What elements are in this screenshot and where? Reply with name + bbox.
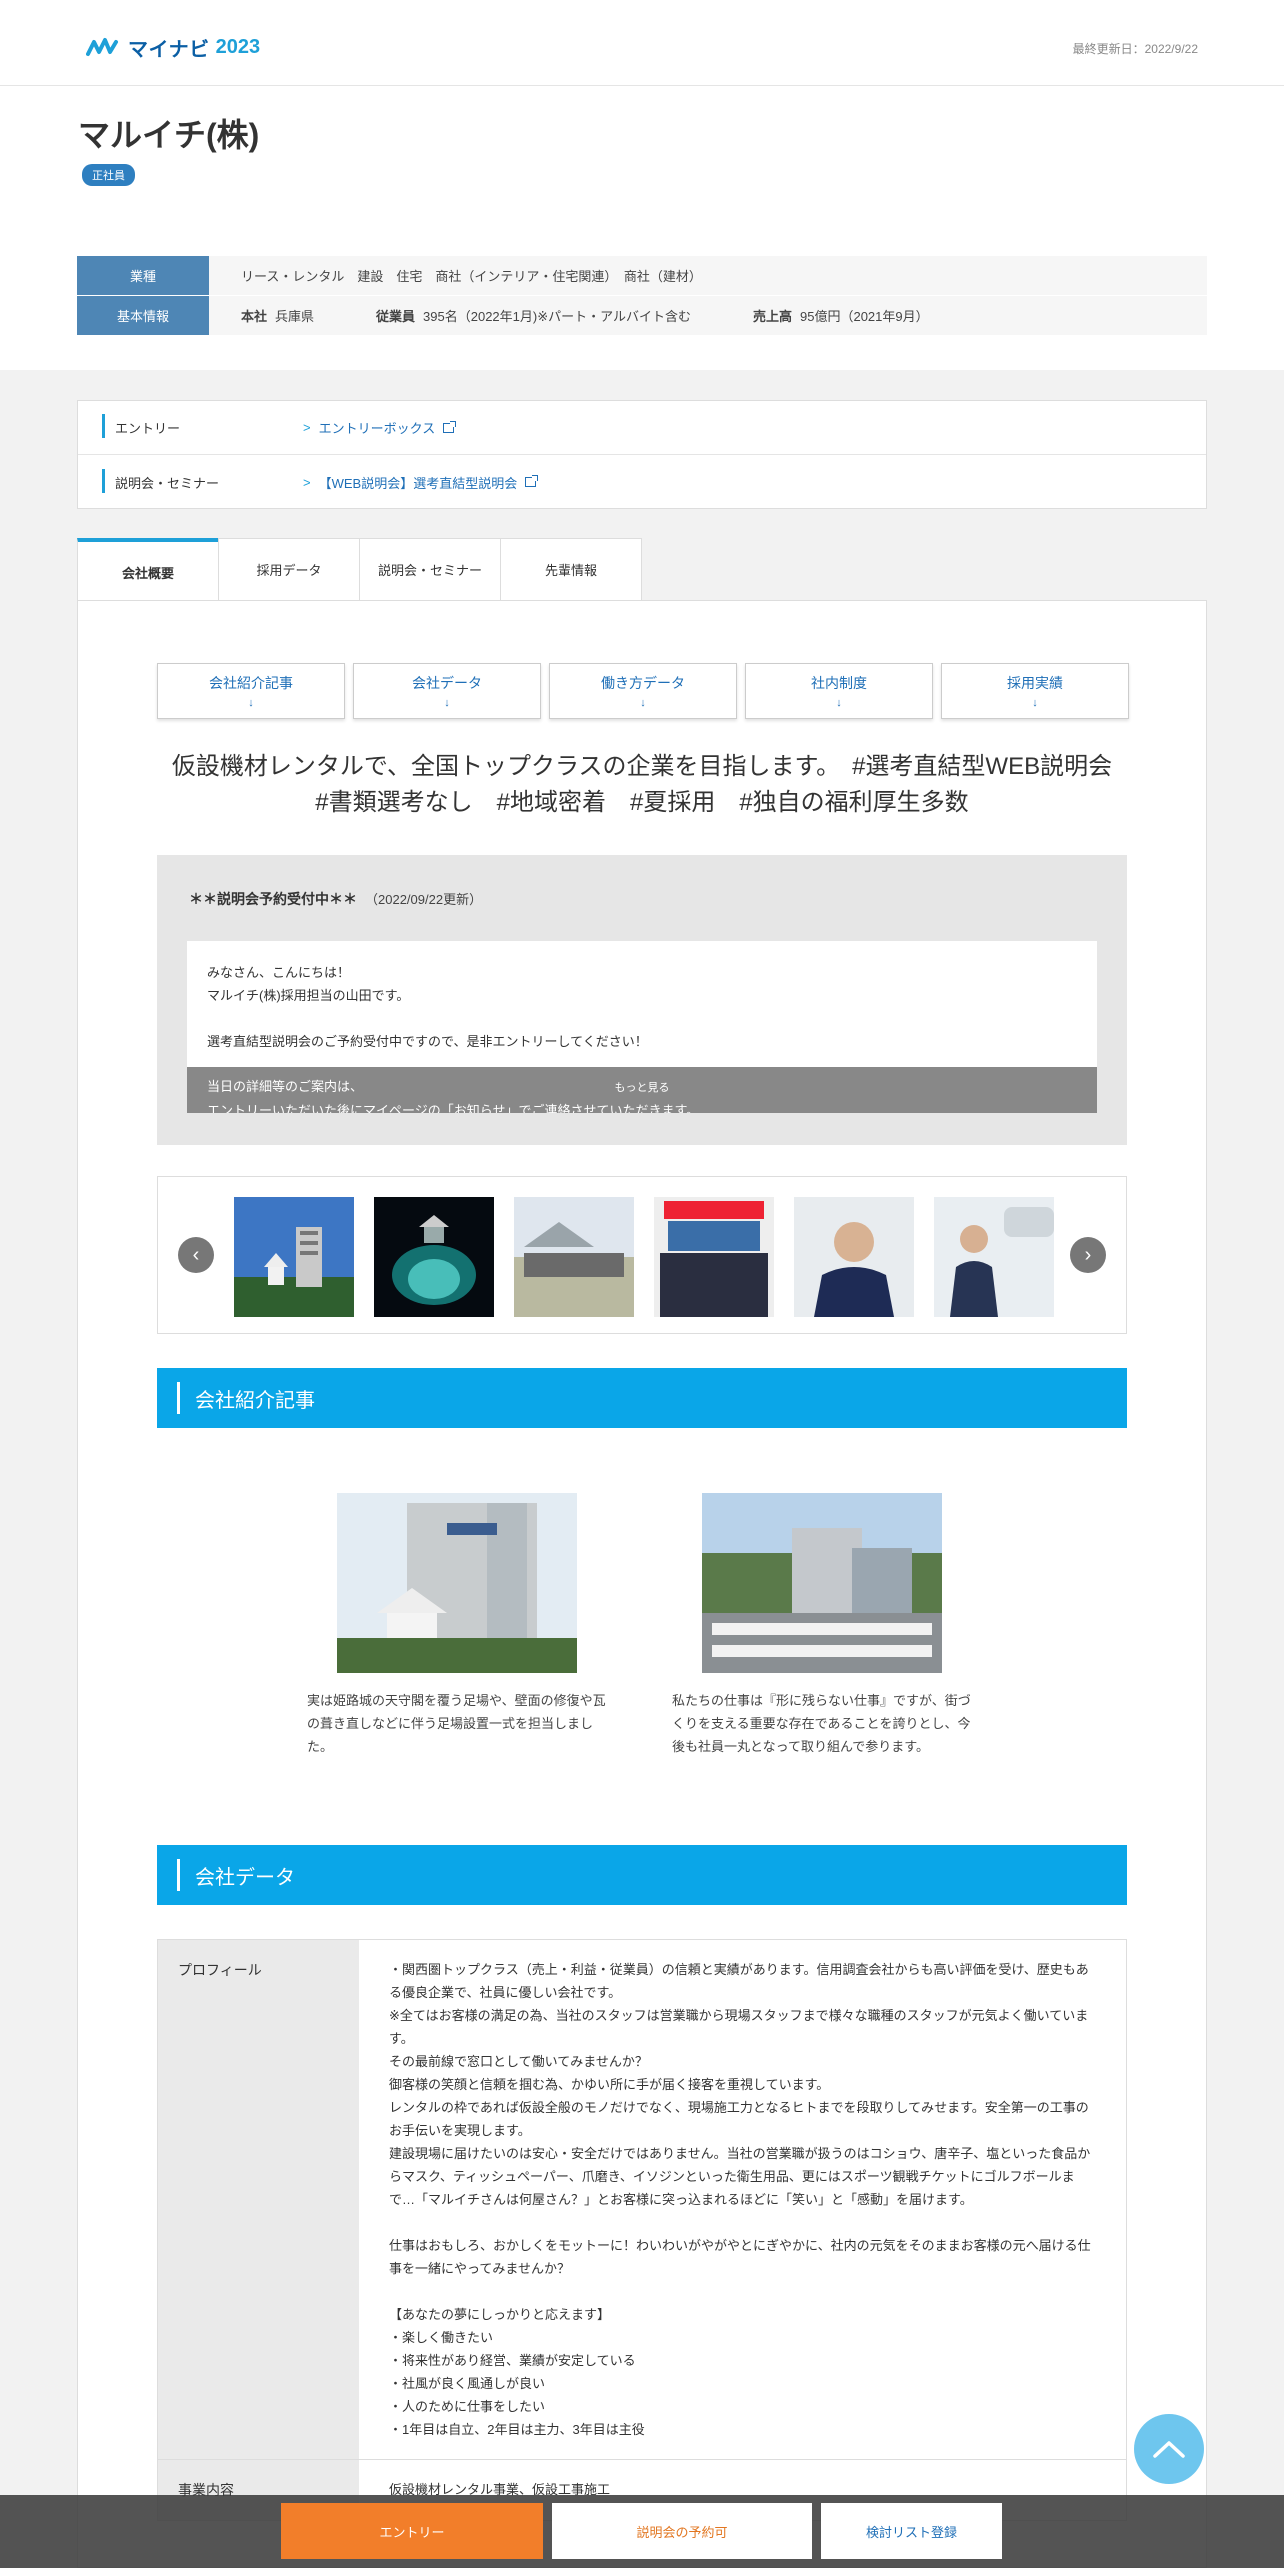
chevron-up-icon	[1153, 2441, 1185, 2458]
gallery-prev-button[interactable]: ‹	[178, 1237, 214, 1273]
last-updated: 最終更新日：2022/9/22	[1072, 42, 1198, 56]
basic-info-value: 本社 兵庫県 従業員 395名（2022年1月)※パート・アルバイト含む 売上高 95…	[209, 296, 971, 335]
hq-info: 本社 兵庫県	[241, 306, 314, 325]
gallery-photo-employee[interactable]	[794, 1197, 914, 1317]
gallery-photo-staff[interactable]	[654, 1197, 774, 1317]
hq-value: 兵庫県	[275, 309, 315, 324]
action-links: エントリー > エントリーボックス 説明会・セミナー > 【WEB説明会】選考直…	[77, 400, 1207, 509]
logo-mark-icon	[86, 38, 118, 56]
page-top-button[interactable]	[1134, 2414, 1204, 2484]
notice-date: （2022/09/22更新）	[365, 892, 483, 907]
arrow-down-icon: ↓	[1032, 697, 1038, 709]
anchor-intro-button[interactable]: 会社紹介記事 ↓	[157, 663, 345, 719]
industry-row: 業種 リース・レンタル 建設 住宅 商社（インテリア・住宅関連） 商社（建材）	[77, 256, 1207, 296]
entry-button[interactable]: エントリー	[281, 2503, 543, 2559]
employees-label: 従業員	[376, 309, 416, 324]
anchor-data-button[interactable]: 会社データ ↓	[353, 663, 541, 719]
entry-box-link[interactable]: > エントリーボックス	[303, 418, 457, 437]
entry-link-label: エントリー	[78, 414, 303, 438]
show-more-button[interactable]: 当日の詳細等のご案内は、 エントリーいただいた後にマイページの「お知らせ」でご連…	[187, 1067, 1097, 1113]
tab-senior-info[interactable]: 先輩情報	[500, 538, 642, 600]
company-data-table: プロフィール ・関西圏トップクラス（売上・利益・従業員）の信頼と実績があります。…	[157, 1939, 1127, 2521]
employees-info: 従業員 395名（2022年1月)※パート・アルバイト含む	[376, 306, 691, 325]
entry-box-text: エントリーボックス	[318, 421, 436, 436]
external-link-icon	[443, 420, 457, 433]
show-more-label: もっと見る	[614, 1082, 670, 1094]
profile-text: ・関西圏トップクラス（売上・利益・従業員）の信頼と実績があります。信用調査会社か…	[389, 1962, 1091, 2437]
chevron-right-icon: >	[303, 474, 311, 490]
profile-row: プロフィール ・関西圏トップクラス（売上・利益・従業員）の信頼と実績があります。…	[158, 1940, 1126, 2459]
notice-title: ＊＊説明会予約受付中＊＊ （2022/09/22更新）	[189, 891, 483, 907]
arrow-down-icon: ↓	[836, 697, 842, 709]
arrow-down-icon: ↓	[248, 697, 254, 709]
tab-recruit-data[interactable]: 採用データ	[218, 538, 360, 600]
logo-year: 2023	[215, 35, 261, 58]
tab-seminar[interactable]: 説明会・セミナー	[359, 538, 501, 600]
sales-info: 売上高 95億円（2021年9月）	[753, 306, 929, 325]
notice-text: みなさん、こんにちは！ マルイチ(株)採用担当の山田です。 選考直結型説明会のご…	[207, 965, 648, 1049]
chevron-right-icon: >	[303, 420, 311, 435]
company-summary: マルイチ(株) 正社員 業種 リース・レンタル 建設 住宅 商社（インテリア・住…	[0, 86, 1284, 370]
section-anchor-nav: 会社紹介記事 ↓ 会社データ ↓ 働き方データ ↓ 社内制度 ↓ 採用実績 ↓	[157, 663, 1129, 719]
tab-company-overview[interactable]: 会社概要	[77, 538, 219, 602]
chevron-right-icon: ›	[1084, 1243, 1092, 1266]
gallery-photo-illumination[interactable]	[374, 1197, 494, 1317]
web-seminar-link[interactable]: > 【WEB説明会】選考直結型説明会	[303, 473, 539, 492]
mynavi-logo[interactable]: マイナビ 2023	[86, 34, 261, 61]
article-image-office	[702, 1493, 942, 1673]
gallery-photo-castle[interactable]	[234, 1197, 354, 1317]
article-card[interactable]: 私たちの仕事は『形に残らない仕事』ですが、街づくりを支える重要な存在であることを…	[672, 1493, 972, 1758]
bottom-action-bar: エントリー 説明会の予約可 検討リスト登録	[0, 2495, 1284, 2568]
gallery-photo-group[interactable]	[514, 1197, 634, 1317]
employees-value: 395名（2022年1月)※パート・アルバイト含む	[423, 309, 691, 324]
catch-copy: 仮設機材レンタルで、全国トップクラスの企業を目指します。 #選考直結型WEB説明…	[171, 753, 1137, 816]
gallery-next-button[interactable]: ›	[1070, 1237, 1106, 1273]
company-name: マルイチ(株)	[78, 117, 260, 153]
company-info-table: 業種 リース・レンタル 建設 住宅 商社（インテリア・住宅関連） 商社（建材） …	[77, 256, 1207, 336]
seminar-link-row: 説明会・セミナー > 【WEB説明会】選考直結型説明会	[78, 455, 1206, 509]
hq-label: 本社	[241, 309, 268, 324]
entry-link-row: エントリー > エントリーボックス	[78, 401, 1206, 455]
arrow-down-icon: ↓	[640, 697, 646, 709]
site-header: マイナビ 2023 最終更新日：2022/9/22	[0, 0, 1284, 86]
basic-info-label: 基本情報	[77, 296, 209, 335]
basic-info-row: 基本情報 本社 兵庫県 従業員 395名（2022年1月)※パート・アルバイト含む …	[77, 296, 1207, 336]
anchor-workstyle-button[interactable]: 働き方データ ↓	[549, 663, 737, 719]
seminar-link-label: 説明会・セミナー	[78, 468, 303, 493]
sales-value: 95億円（2021年9月）	[800, 309, 929, 324]
section-heading-data: 会社データ	[157, 1845, 1127, 1905]
article-card[interactable]: 実は姫路城の天守閣を覆う足場や、壁面の修復や瓦の葺き直しなどに伴う足場設置一式を…	[307, 1493, 607, 1758]
article-text: 私たちの仕事は『形に残らない仕事』ですが、街づくりを支える重要な存在であることを…	[672, 1693, 971, 1754]
industry-value: リース・レンタル 建設 住宅 商社（インテリア・住宅関連） 商社（建材）	[241, 269, 702, 284]
external-link-icon	[525, 475, 539, 487]
main-content: 会社紹介記事 ↓ 会社データ ↓ 働き方データ ↓ 社内制度 ↓ 採用実績 ↓ 仮設機材レ…	[77, 600, 1207, 2568]
profile-label: プロフィール	[158, 1940, 359, 2459]
notice-body: みなさん、こんにちは！ マルイチ(株)採用担当の山田です。 選考直結型説明会のご…	[187, 941, 1097, 1113]
article-image-castle	[337, 1493, 577, 1673]
photo-gallery: ‹ ›	[157, 1176, 1127, 1334]
industry-label: 業種	[77, 256, 209, 295]
page-tabs: 会社概要 採用データ 説明会・セミナー 先輩情報	[77, 538, 642, 602]
seminar-reserve-button[interactable]: 説明会の予約可	[552, 2503, 812, 2559]
add-to-list-button[interactable]: 検討リスト登録	[821, 2503, 1002, 2559]
article-text: 実は姫路城の天守閣を覆う足場や、壁面の修復や瓦の葺き直しなどに伴う足場設置一式を…	[307, 1693, 606, 1754]
arrow-down-icon: ↓	[444, 697, 450, 709]
chevron-left-icon: ‹	[192, 1243, 200, 1266]
web-seminar-text: 【WEB説明会】選考直結型説明会	[318, 475, 518, 491]
notice-box: ＊＊説明会予約受付中＊＊ （2022/09/22更新） みなさん、こんにちは！ マ…	[157, 855, 1127, 1145]
anchor-system-button[interactable]: 社内制度 ↓	[745, 663, 933, 719]
anchor-results-button[interactable]: 採用実績 ↓	[941, 663, 1129, 719]
sales-label: 売上高	[752, 309, 792, 324]
section-heading-intro: 会社紹介記事	[157, 1368, 1127, 1428]
logo-text: マイナビ	[128, 38, 210, 61]
employment-type-badge: 正社員	[82, 164, 135, 186]
gallery-photo-cars[interactable]	[934, 1197, 1054, 1317]
